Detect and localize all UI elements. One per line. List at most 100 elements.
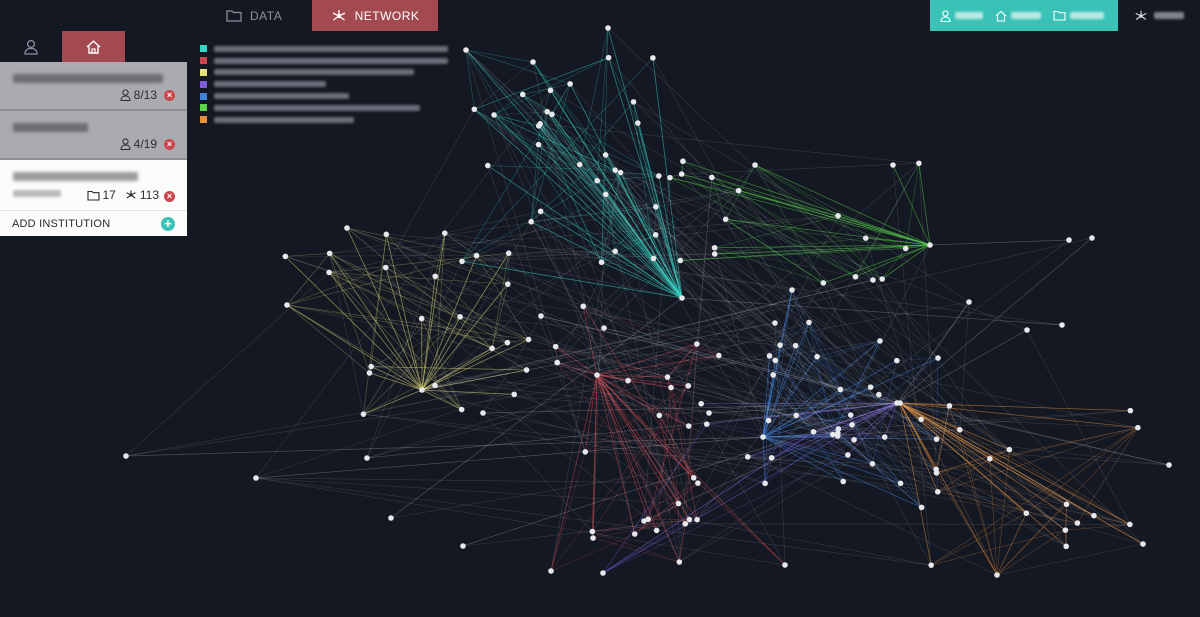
graph-node[interactable] [480,410,486,416]
graph-node[interactable] [897,480,904,487]
graph-node[interactable] [1140,541,1146,547]
graph-node[interactable] [1059,322,1065,328]
graph-node[interactable] [364,455,370,461]
graph-node[interactable] [789,287,795,293]
graph-node[interactable] [845,452,851,458]
graph-node[interactable] [605,25,611,31]
graph-node[interactable] [457,314,463,320]
graph-node[interactable] [810,429,817,435]
graph-node[interactable] [935,355,941,361]
graph-node[interactable] [656,412,663,419]
graph-node[interactable] [916,160,922,167]
graph-node[interactable] [491,112,497,118]
graph-node[interactable] [814,353,820,360]
graph-node[interactable] [690,475,697,481]
graph-node[interactable] [851,437,857,443]
graph-node[interactable] [678,171,685,177]
graph-node[interactable] [835,426,842,432]
graph-node[interactable] [594,372,600,378]
graph-node[interactable] [471,106,478,113]
graph-node[interactable] [544,108,550,115]
sidebar-tab-institutions[interactable] [62,31,125,62]
graph-node[interactable] [432,273,439,280]
graph-node[interactable] [653,527,660,534]
institution-card[interactable]: 8/13 × [0,62,187,111]
graph-node[interactable] [770,372,776,378]
graph-node[interactable] [459,258,465,265]
graph-node[interactable] [432,382,438,389]
graph-node[interactable] [685,383,692,389]
graph-node[interactable] [123,453,129,459]
tab-data[interactable]: DATA [226,0,282,31]
graph-node[interactable] [418,315,425,322]
graph-node[interactable] [877,338,883,344]
graph-node[interactable] [881,434,888,440]
legend-item[interactable] [200,67,448,79]
user-context-bar[interactable] [930,0,1118,31]
graph-node[interactable] [711,244,718,251]
legend-item[interactable] [200,55,448,67]
graph-node[interactable] [554,359,561,366]
graph-node[interactable] [835,212,841,219]
graph-node[interactable] [605,54,612,61]
graph-node[interactable] [460,543,466,549]
graph-node[interactable] [676,559,683,565]
graph-node[interactable] [552,343,559,350]
graph-node[interactable] [772,357,779,364]
graph-node[interactable] [598,259,605,266]
graph-node[interactable] [768,455,775,461]
graph-node[interactable] [890,162,896,168]
graph-node[interactable] [765,417,772,424]
graph-node[interactable] [489,345,495,352]
graph-node[interactable] [782,562,788,568]
graph-node[interactable] [368,363,374,370]
graph-node[interactable] [762,480,768,487]
graph-node[interactable] [505,250,512,256]
graph-node[interactable] [668,384,674,391]
network-selector[interactable] [1118,0,1200,31]
graph-node[interactable] [664,374,671,380]
graph-node[interactable] [580,303,587,310]
graph-node[interactable] [631,531,638,537]
graph-node[interactable] [852,273,859,280]
graph-node[interactable] [675,500,682,507]
graph-node[interactable] [706,410,712,416]
graph-node[interactable] [694,341,700,347]
graph-node[interactable] [927,242,933,248]
graph-node[interactable] [473,252,480,259]
graph-node[interactable] [685,423,692,429]
graph-node[interactable] [709,174,715,181]
graph-node[interactable] [284,302,290,308]
legend-item[interactable] [200,78,448,90]
graph-node[interactable] [793,412,800,419]
graph-node[interactable] [600,570,606,576]
graph-node[interactable] [589,528,596,535]
graph-node[interactable] [538,313,544,319]
graph-node[interactable] [547,87,554,94]
graph-node[interactable] [1063,501,1070,508]
graph-node[interactable] [837,386,844,393]
graph-node[interactable] [703,421,710,427]
graph-node[interactable] [419,387,425,393]
add-institution-row[interactable]: ADD INSTITUTION + [0,211,187,236]
graph-node[interactable] [1023,510,1030,517]
graph-node[interactable] [966,299,972,305]
graph-node[interactable] [792,342,799,349]
graph-node[interactable] [641,518,647,524]
graph-node[interactable] [344,225,350,231]
graph-node[interactable] [716,352,722,359]
graph-node[interactable] [679,295,685,301]
graph-node[interactable] [617,169,624,176]
graph-node[interactable] [994,572,1000,578]
graph-node[interactable] [650,255,657,262]
graph-node[interactable] [1063,543,1069,550]
graph-node[interactable] [537,208,544,215]
graph-node[interactable] [956,426,963,433]
graph-node[interactable] [253,475,259,481]
graph-node[interactable] [1024,327,1030,333]
graph-node[interactable] [388,515,394,521]
graph-node[interactable] [1091,512,1097,519]
graph-node[interactable] [777,342,783,348]
graph-node[interactable] [902,245,909,252]
graph-node[interactable] [523,367,530,373]
